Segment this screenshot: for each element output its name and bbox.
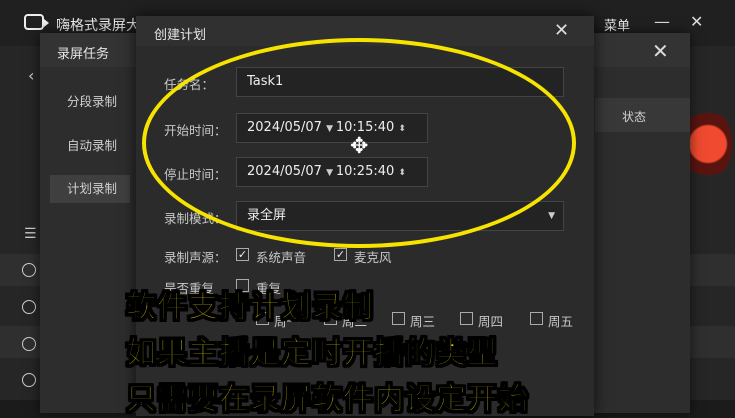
caption-line-2: 如果主播是定时开播的类型 (126, 336, 498, 372)
weekday-label: 周五 (548, 314, 574, 329)
app-name: 嗨格式录屏大 (56, 18, 136, 34)
row-radio[interactable] (22, 373, 36, 387)
weekday-checkbox-wed[interactable] (392, 312, 405, 325)
list-icon: ☰ (24, 226, 37, 242)
mic-label: 麦克风 (354, 250, 392, 265)
task-dialog-title: 录屏任务 (57, 47, 110, 62)
plan-dialog-title: 创建计划 (154, 28, 207, 43)
system-audio-label: 系统声音 (256, 250, 307, 265)
row-radio[interactable] (22, 300, 36, 314)
back-arrow-icon[interactable]: ‹ (28, 66, 34, 85)
task-dialog-close-button[interactable]: ✕ (652, 39, 669, 63)
caption-line-1: 软件支持计划录制 (126, 290, 374, 326)
status-column-header: 状态 (622, 110, 647, 124)
caption-line-3: 只需要在录屏软件内设定开始 (126, 382, 529, 418)
row-radio[interactable] (22, 337, 36, 351)
minimize-button[interactable]: — (654, 12, 670, 31)
sidebar-item-auto[interactable]: 自动录制 (50, 132, 130, 160)
plan-dialog-close-button[interactable]: ✕ (554, 20, 569, 41)
mic-checkbox[interactable]: ✓ (334, 248, 347, 261)
system-audio-checkbox[interactable]: ✓ (236, 248, 249, 261)
audio-label: 录制声源： (164, 250, 227, 265)
row-radio[interactable] (22, 263, 36, 277)
chevron-down-icon[interactable]: ▼ (548, 202, 555, 230)
weekday-checkbox-thu[interactable] (460, 312, 473, 325)
app-logo-icon (24, 14, 49, 30)
weekday-checkbox-fri[interactable] (530, 312, 543, 325)
sidebar-item-scheduled[interactable]: 计划录制 (50, 175, 130, 203)
app-close-button[interactable]: ✕ (690, 12, 703, 31)
sidebar-item-segment[interactable]: 分段录制 (50, 88, 130, 116)
menu-button[interactable]: 菜单 (604, 15, 630, 34)
move-cursor-icon: ✥ (350, 134, 369, 159)
